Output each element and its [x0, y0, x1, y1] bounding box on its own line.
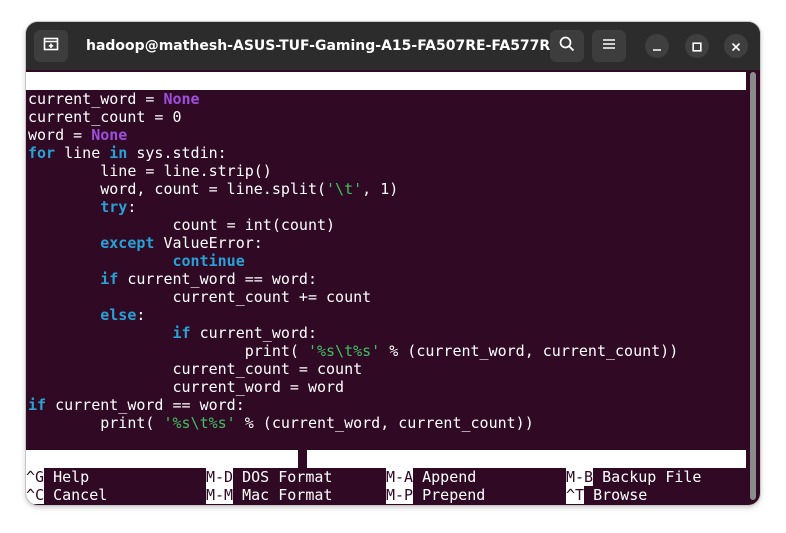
hamburger-menu-icon [600, 35, 618, 57]
title-bar: hadoop@mathesh-ASUS-TUF-Gaming-A15-FA507… [26, 22, 760, 70]
code-line-5[interactable]: line = line.strip() [28, 162, 272, 180]
new-tab-icon [42, 35, 60, 57]
search-button[interactable] [550, 30, 584, 62]
maximize-button[interactable] [685, 34, 709, 58]
code-line-4[interactable]: for line in sys.stdin: [28, 144, 227, 162]
menu-button[interactable] [592, 30, 626, 62]
code-line-19[interactable]: print( '%s\t%s' % (current_word, current… [28, 414, 534, 432]
code-line-12[interactable]: current_count += count [28, 288, 371, 306]
scrollbar[interactable] [750, 72, 756, 500]
nano-filename: reducer.py * [360, 108, 469, 126]
code-line-7[interactable]: try: [28, 198, 136, 216]
shortcut-key[interactable]: M-B [566, 468, 594, 486]
nano-header: GNU nano 6.2 reducer.py * [26, 72, 746, 126]
code-line-3[interactable]: word = None [28, 126, 127, 144]
shortcut-label: Prepend [413, 486, 486, 504]
code-line-1[interactable]: current_word = None [28, 90, 200, 108]
code-line-17[interactable]: current_word = word [28, 378, 344, 396]
shortcut-help: ^G Help [26, 468, 89, 486]
close-icon [731, 37, 741, 56]
close-button[interactable] [724, 34, 748, 58]
code-line-9[interactable]: except ValueError: [28, 234, 263, 252]
terminal-area[interactable]: GNU nano 6.2 reducer.py * current_word =… [26, 70, 748, 505]
shortcut-prepend: M-P Prepend [386, 486, 485, 504]
shortcut-key[interactable]: M-D [206, 468, 234, 486]
shortcut-key[interactable]: M-P [386, 486, 414, 504]
shortcut-label: Browse [584, 486, 648, 504]
maximize-icon [692, 37, 702, 56]
shortcut-browse: ^T Browse [566, 486, 647, 504]
code-line-8[interactable]: count = int(count) [28, 216, 335, 234]
shortcut-key[interactable]: M-M [206, 486, 234, 504]
shortcut-label: Append [413, 468, 477, 486]
code-line-16[interactable]: current_count = count [28, 360, 362, 378]
filename-prompt[interactable]: File Name to Write: reducer.py [26, 450, 746, 486]
shortcut-key[interactable]: M-A [386, 468, 414, 486]
shortcut-label: Cancel [44, 486, 108, 504]
minimize-button[interactable] [645, 34, 669, 58]
code-line-15[interactable]: print( '%s\t%s' % (current_word, current… [28, 342, 679, 360]
shortcut-label: DOS Format [233, 468, 333, 486]
search-icon [558, 35, 576, 57]
code-line-11[interactable]: if current_word == word: [28, 270, 317, 288]
new-tab-button[interactable] [34, 30, 68, 62]
terminal-window: hadoop@mathesh-ASUS-TUF-Gaming-A15-FA507… [26, 22, 760, 505]
shortcut-label: Help [44, 468, 90, 486]
shortcut-cancel: ^C Cancel [26, 486, 107, 504]
shortcut-label: Mac Format [233, 486, 333, 504]
code-line-18[interactable]: if current_word == word: [28, 396, 245, 414]
code-line-14[interactable]: if current_word: [28, 324, 318, 342]
shortcut-key[interactable]: ^C [26, 486, 45, 504]
shortcut-backup-file: M-B Backup File [566, 468, 701, 486]
shortcut-append: M-A Append [386, 468, 476, 486]
shortcut-mac-format: M-M Mac Format [206, 486, 332, 504]
shortcut-key[interactable]: ^T [566, 486, 585, 504]
code-line-13[interactable]: else: [28, 306, 145, 324]
code-line-6[interactable]: word, count = line.split('\t', 1) [28, 180, 398, 198]
shortcut-dos-format: M-D DOS Format [206, 468, 332, 486]
window-title: hadoop@mathesh-ASUS-TUF-Gaming-A15-FA507… [86, 38, 582, 54]
shortcut-key[interactable]: ^G [26, 468, 45, 486]
minimize-icon [652, 37, 662, 56]
text-cursor [298, 450, 307, 468]
code-line-10[interactable]: continue [28, 252, 245, 270]
shortcut-label: Backup File [593, 468, 702, 486]
code-line-2[interactable]: current_count = 0 [28, 108, 182, 126]
